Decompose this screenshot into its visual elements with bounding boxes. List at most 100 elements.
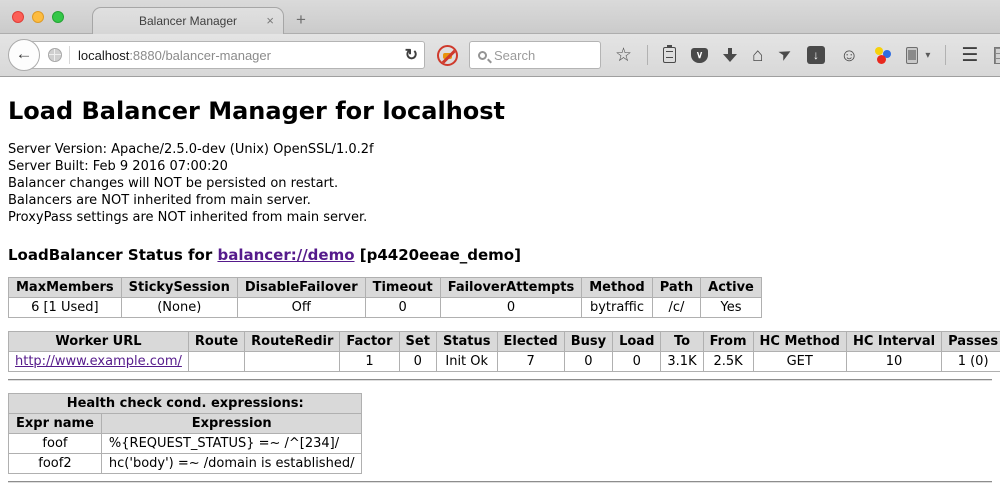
cell-load: 0 [613,352,661,372]
pocket-icon[interactable]: ∨ [691,48,708,63]
cell-failoverattempts: 0 [440,298,582,318]
browser-tab[interactable]: Balancer Manager × [92,7,284,34]
cell-expression: %{REQUEST_STATUS} =~ /^[234]/ [101,434,362,454]
section-divider [8,379,992,381]
titlebar: Balancer Manager × + [0,0,1000,34]
reload-icon[interactable]: ↻ [405,45,418,65]
table-header-row: Worker URL Route RouteRedir Factor Set S… [9,332,1000,352]
col-header-busy: Busy [564,332,612,352]
cell-expr-name: foof2 [9,454,102,474]
worker-url-link[interactable]: http://www.example.com/ [15,354,182,369]
url-separator [69,46,70,64]
search-icon [478,51,487,60]
col-header-method: Method [582,278,652,298]
status-suffix: [p4420eeae_demo] [355,246,521,264]
minimize-window-button[interactable] [32,11,44,23]
balancers-notice-line: Balancers are NOT inherited from main se… [8,192,992,209]
server-info: Server Version: Apache/2.5.0-dev (Unix) … [8,141,992,226]
cell-disablefailover: Off [237,298,365,318]
health-table-title: Health check cond. expressions: [9,394,362,414]
server-built-line: Server Built: Feb 9 2016 07:00:20 [8,158,992,175]
cell-stickysession: (None) [121,298,237,318]
feedback-smiley-icon[interactable]: ☺ [840,46,858,64]
home-icon[interactable]: ⌂ [752,46,763,65]
col-header-worker-url: Worker URL [9,332,189,352]
blocked-slash-glyph [438,46,458,65]
close-window-button[interactable] [12,11,24,23]
cell-status: Init Ok [436,352,497,372]
cell-timeout: 0 [365,298,440,318]
col-header-elected: Elected [497,332,564,352]
downloads-icon[interactable] [723,47,737,63]
chevron-down-icon[interactable]: ▾ [925,50,930,61]
tab-groups-icon[interactable] [994,47,1000,64]
cell-expr-name: foof [9,434,102,454]
bookmark-star-icon[interactable]: ☆ [615,46,632,65]
status-prefix: LoadBalancer Status for [8,246,217,264]
col-header-stickysession: StickySession [121,278,237,298]
toolbar-icons: ☆ ∨ ⌂ ➤ ↓ ☺ ▾ ☰ [615,45,1000,65]
table-row: foof %{REQUEST_STATUS} =~ /^[234]/ [9,434,362,454]
col-header-passes: Passes [942,332,1000,352]
col-header-active: Active [701,278,762,298]
col-header-set: Set [399,332,436,352]
cell-maxmembers: 6 [1 Used] [9,298,122,318]
col-header-expr-name: Expr name [9,414,102,434]
video-download-extension-icon[interactable]: ↓ [807,46,825,64]
url-bar[interactable]: localhost:8880/balancer-manager ↻ [23,41,425,69]
cell-route [188,352,244,372]
col-header-to: To [661,332,703,352]
cell-active: Yes [701,298,762,318]
zoom-window-button[interactable] [52,11,64,23]
table-row: foof2 hc('body') =~ /domain is establish… [9,454,362,474]
table-header-row: Expr name Expression [9,414,362,434]
extension-dots-icon[interactable] [873,46,891,64]
tab-close-icon[interactable]: × [266,13,274,28]
col-header-expression: Expression [101,414,362,434]
hamburger-menu-icon[interactable]: ☰ [961,46,979,65]
url-text[interactable]: localhost:8880/balancer-manager [78,48,271,63]
cell-method: bytraffic [582,298,652,318]
col-header-route: Route [188,332,244,352]
table-row: 6 [1 Used] (None) Off 0 0 bytraffic /c/ … [9,298,762,318]
search-input[interactable] [494,48,584,63]
cell-to: 3.1K [661,352,703,372]
cell-path: /c/ [652,298,700,318]
toolbar-separator [945,45,946,65]
col-header-from: From [703,332,753,352]
reading-list-icon[interactable] [663,47,676,63]
device-extension-icon[interactable] [906,47,918,64]
col-header-hc-interval: HC Interval [846,332,941,352]
share-icon[interactable]: ➤ [776,45,795,65]
worker-table: Worker URL Route RouteRedir Factor Set S… [8,331,1000,372]
balancer-status-heading: LoadBalancer Status for balancer://demo … [8,246,992,264]
navigation-toolbar: ← localhost:8880/balancer-manager ↻ ☆ ∨ … [0,34,1000,77]
col-header-timeout: Timeout [365,278,440,298]
server-version-line: Server Version: Apache/2.5.0-dev (Unix) … [8,141,992,158]
cell-busy: 0 [564,352,612,372]
url-path: :8880/balancer-manager [129,48,271,63]
content-blocked-icon[interactable] [437,45,458,66]
col-header-hc-method: HC Method [753,332,846,352]
new-tab-button[interactable]: + [296,10,306,30]
cell-hc-method: GET [753,352,846,372]
col-header-routeredir: RouteRedir [245,332,340,352]
col-header-path: Path [652,278,700,298]
col-header-failoverattempts: FailoverAttempts [440,278,582,298]
url-host: localhost [78,48,129,63]
page-title: Load Balancer Manager for localhost [8,77,992,125]
tab-title: Balancer Manager [139,14,237,28]
browser-window: Balancer Manager × + ← localhost:8880/ba… [0,0,1000,491]
globe-icon [48,48,62,62]
window-controls [12,11,64,23]
cell-expression: hc('body') =~ /domain is established/ [101,454,362,474]
search-bar[interactable] [469,41,601,69]
col-header-maxmembers: MaxMembers [9,278,122,298]
balancer-demo-link[interactable]: balancer://demo [217,246,354,264]
back-button[interactable]: ← [8,39,40,71]
col-header-status: Status [436,332,497,352]
cell-worker-url: http://www.example.com/ [9,352,189,372]
cell-hc-interval: 10 [846,352,941,372]
cell-set: 0 [399,352,436,372]
cell-factor: 1 [340,352,399,372]
